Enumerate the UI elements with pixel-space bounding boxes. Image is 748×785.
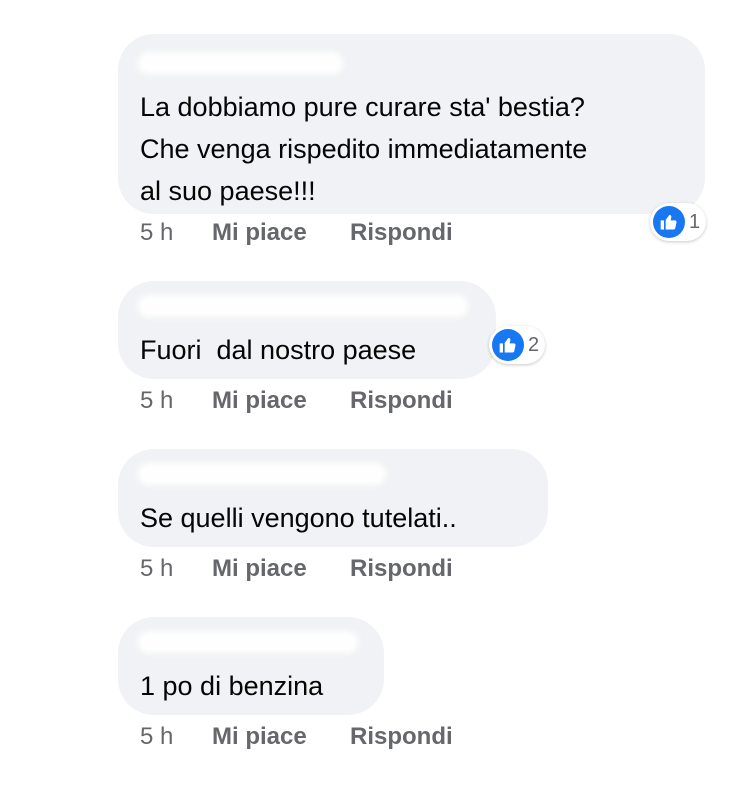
comment-text: 1 po di benzina — [140, 671, 324, 701]
like-button[interactable]: Mi piace — [212, 219, 350, 247]
comment-text: La dobbiamo pure curare sta' bestia? Che… — [140, 92, 588, 206]
reply-button[interactable]: Rispondi — [350, 723, 453, 751]
comment-actions: 5 h Mi piace Rispondi — [140, 554, 453, 584]
reaction-count: 1 — [689, 210, 701, 233]
comment-bubble: Se quelli vengono tutelati.. — [118, 449, 548, 547]
author-name-redacted — [138, 52, 343, 74]
comment-text: Fuori dal nostro paese — [140, 335, 417, 365]
thumbs-up-icon — [653, 206, 685, 238]
comment-actions: 5 h Mi piace Rispondi — [140, 218, 453, 248]
thumbs-up-icon — [492, 329, 524, 361]
reply-button[interactable]: Rispondi — [350, 219, 453, 247]
author-name-redacted — [138, 631, 358, 653]
author-name-redacted — [138, 463, 386, 485]
comment-timestamp[interactable]: 5 h — [140, 723, 212, 751]
reply-button[interactable]: Rispondi — [350, 555, 453, 583]
like-button[interactable]: Mi piace — [212, 555, 350, 583]
comment-timestamp[interactable]: 5 h — [140, 219, 212, 247]
comment-bubble: 1 po di benzina — [118, 617, 384, 715]
comment-actions: 5 h Mi piace Rispondi — [140, 386, 453, 416]
like-button[interactable]: Mi piace — [212, 723, 350, 751]
reply-button[interactable]: Rispondi — [350, 387, 453, 415]
reaction-count: 2 — [528, 333, 540, 356]
like-button[interactable]: Mi piace — [212, 387, 350, 415]
reaction-summary[interactable]: 2 — [489, 326, 546, 364]
comment-bubble: Fuori dal nostro paese — [118, 281, 496, 379]
reaction-summary[interactable]: 1 — [650, 203, 707, 241]
author-name-redacted — [138, 295, 468, 317]
comment-timestamp[interactable]: 5 h — [140, 387, 212, 415]
comment-actions: 5 h Mi piace Rispondi — [140, 722, 453, 752]
comment-bubble: La dobbiamo pure curare sta' bestia? Che… — [118, 34, 705, 214]
comment-text: Se quelli vengono tutelati.. — [140, 503, 457, 533]
comment-timestamp[interactable]: 5 h — [140, 555, 212, 583]
